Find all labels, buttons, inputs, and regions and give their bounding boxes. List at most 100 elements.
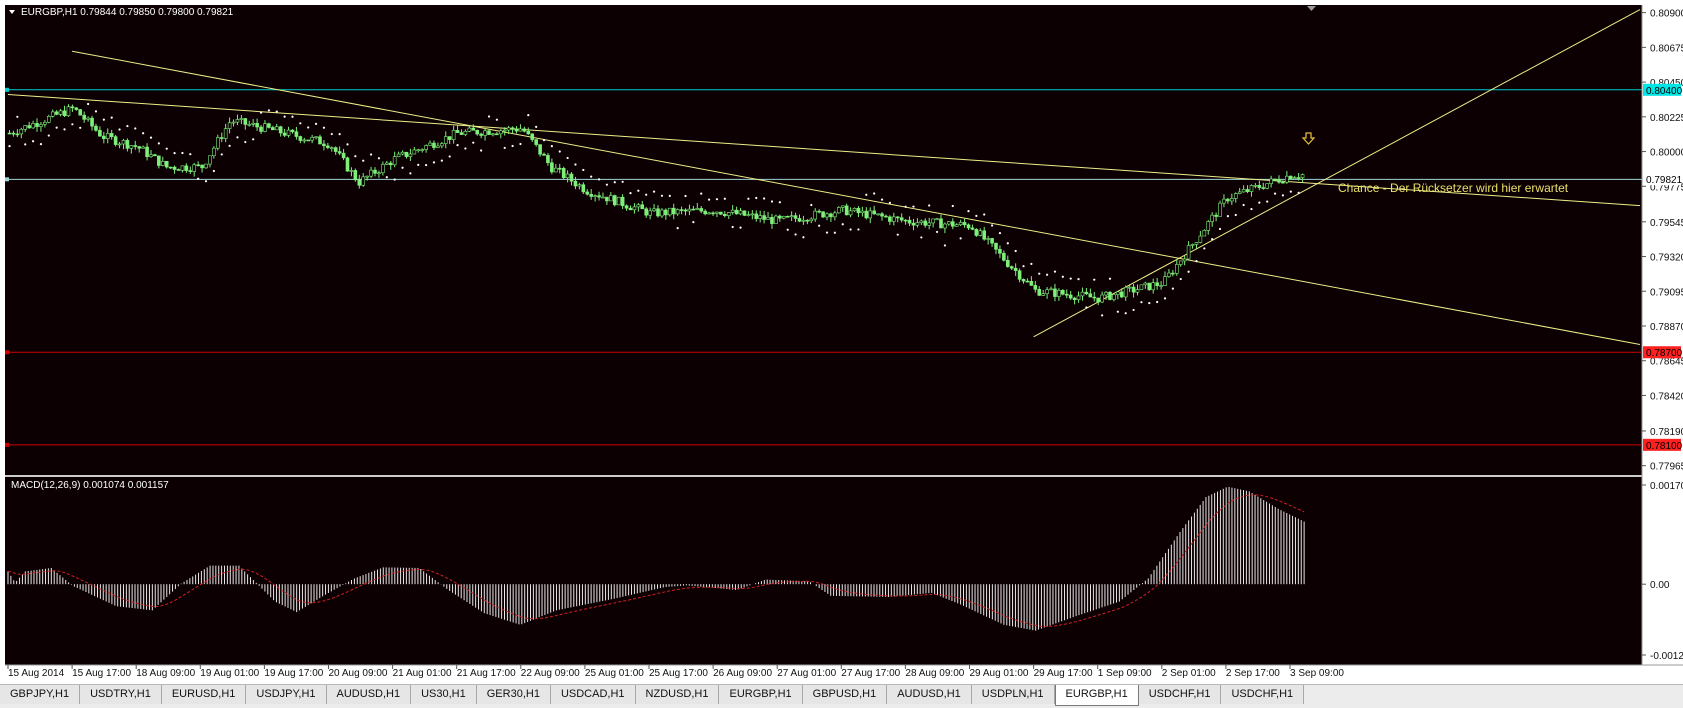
- candle-body: [821, 211, 825, 218]
- time-label: 25 Aug 01:00: [585, 668, 644, 679]
- chart-tab-usdchf-h1[interactable]: USDCHF,H1: [1221, 685, 1305, 704]
- candle-body: [1273, 178, 1277, 181]
- chart-tab-eurusd-h1[interactable]: EURUSD,H1: [161, 685, 247, 704]
- candle-body: [730, 209, 735, 213]
- candle-body: [1100, 294, 1104, 303]
- chart-tab-eurgbp-h1[interactable]: EURGBP,H1: [719, 685, 803, 704]
- chart-tab-usdpln-h1[interactable]: USDPLN,H1: [971, 685, 1055, 704]
- candle-body: [632, 206, 637, 211]
- candle-body: [813, 210, 818, 220]
- horizontal-line-handle[interactable]: [5, 177, 9, 182]
- candle-body: [463, 131, 468, 135]
- chart-tab-usdtry-h1[interactable]: USDTRY,H1: [80, 685, 162, 704]
- candle-body: [1139, 284, 1144, 290]
- candle-body: [1096, 297, 1100, 303]
- candle-body: [15, 133, 20, 136]
- chart-tab-us30-h1[interactable]: US30,H1: [411, 685, 477, 704]
- sar-dot: [818, 224, 821, 227]
- sar-dot: [1148, 301, 1151, 305]
- candle-body: [1226, 198, 1230, 202]
- candle-body: [447, 136, 452, 140]
- sar-dot: [763, 197, 766, 200]
- candle-body: [907, 219, 912, 224]
- sar-dot: [87, 102, 90, 106]
- candle-body: [98, 130, 102, 137]
- candle-body: [1186, 245, 1191, 260]
- candle-body: [1285, 175, 1289, 183]
- candle-body: [369, 169, 373, 177]
- sar-dot: [417, 163, 420, 166]
- sar-dot: [692, 220, 695, 224]
- candle-body: [609, 195, 613, 202]
- chart-tab-gbpusd-h1[interactable]: GBPUSD,H1: [802, 685, 888, 704]
- horizontal-line-handle[interactable]: [5, 350, 9, 355]
- candle-body: [785, 215, 790, 218]
- candle-body: [573, 180, 578, 187]
- price-tag-label: 0.80400: [1646, 86, 1683, 97]
- sar-dot: [55, 126, 58, 129]
- chart-tab-eurgbp-h1-active[interactable]: EURGBP,H1: [1054, 685, 1139, 706]
- sar-dot: [157, 142, 160, 145]
- chart-tab-audusd-h1[interactable]: AUDUSD,H1: [326, 685, 412, 704]
- candle-body: [487, 130, 491, 135]
- sar-dot: [857, 228, 860, 231]
- candle-body: [243, 118, 248, 125]
- price-tag-label: 0.78100: [1646, 441, 1683, 452]
- main-chart-panel[interactable]: [5, 5, 1642, 475]
- candle-body: [416, 149, 421, 152]
- sar-dot: [660, 194, 664, 197]
- candle-body: [286, 129, 291, 136]
- horizontal-line-handle[interactable]: [5, 442, 9, 447]
- chart-area[interactable]: 0.809000.806750.804500.802250.800000.797…: [0, 0, 1683, 684]
- candle-body: [192, 164, 197, 172]
- price-label: 0.78420: [1650, 391, 1683, 402]
- horizontal-line-handle[interactable]: [5, 87, 9, 92]
- macd-panel[interactable]: [5, 477, 1642, 665]
- candle-body: [302, 139, 307, 142]
- sar-dot: [472, 141, 475, 144]
- chart-tab-audusd-h1[interactable]: AUDUSD,H1: [887, 685, 972, 704]
- chart-tab-ger30-h1[interactable]: GER30,H1: [476, 685, 551, 704]
- candle-body: [880, 213, 884, 217]
- sar-dot: [1014, 249, 1017, 253]
- candle-body: [184, 165, 189, 171]
- candle-body: [353, 170, 358, 181]
- sar-dot: [448, 155, 451, 158]
- candle-body: [939, 218, 943, 229]
- sar-dot: [975, 214, 978, 217]
- chart-annotation[interactable]: Chance - Der Rücksetzer wird hier erwart…: [1338, 181, 1569, 195]
- macd-axis-label: -0.00122: [1650, 651, 1683, 662]
- candle-body: [109, 133, 114, 137]
- candle-body: [1072, 297, 1077, 301]
- chart-tab-usdcad-h1[interactable]: USDCAD,H1: [550, 685, 636, 704]
- chart-tab-usdjpy-h1[interactable]: USDJPY,H1: [246, 685, 327, 704]
- candle-body: [616, 196, 621, 206]
- time-label: 21 Aug 01:00: [393, 668, 452, 679]
- sar-dot: [1211, 238, 1214, 241]
- sar-dot: [173, 152, 176, 155]
- candle-body: [1269, 178, 1273, 184]
- chart-tab-usdchf-h1[interactable]: USDCHF,H1: [1138, 685, 1222, 704]
- candle-body: [793, 215, 798, 219]
- candle-body: [1292, 177, 1297, 179]
- candle-body: [518, 128, 523, 132]
- sar-dot: [1171, 287, 1174, 290]
- candle-body: [640, 204, 645, 210]
- candle-body: [1005, 259, 1010, 267]
- sar-dot: [983, 213, 986, 216]
- sar-dot: [283, 115, 286, 118]
- candle-body: [278, 126, 283, 134]
- candle-body: [420, 149, 424, 151]
- candle-body: [656, 208, 660, 217]
- chart-tab-nzdusd-h1[interactable]: NZDUSD,H1: [635, 685, 720, 704]
- sar-dot: [1046, 273, 1049, 276]
- candle-body: [947, 221, 951, 225]
- candle-body: [157, 155, 161, 166]
- candle-body: [644, 208, 649, 216]
- candle-body: [746, 214, 751, 216]
- sar-dot: [1258, 201, 1261, 204]
- candle-body: [326, 145, 330, 148]
- chart-tab-gbpjpy-h1[interactable]: GBPJPY,H1: [0, 685, 81, 704]
- candle-body: [259, 126, 263, 132]
- sar-dot: [39, 143, 43, 146]
